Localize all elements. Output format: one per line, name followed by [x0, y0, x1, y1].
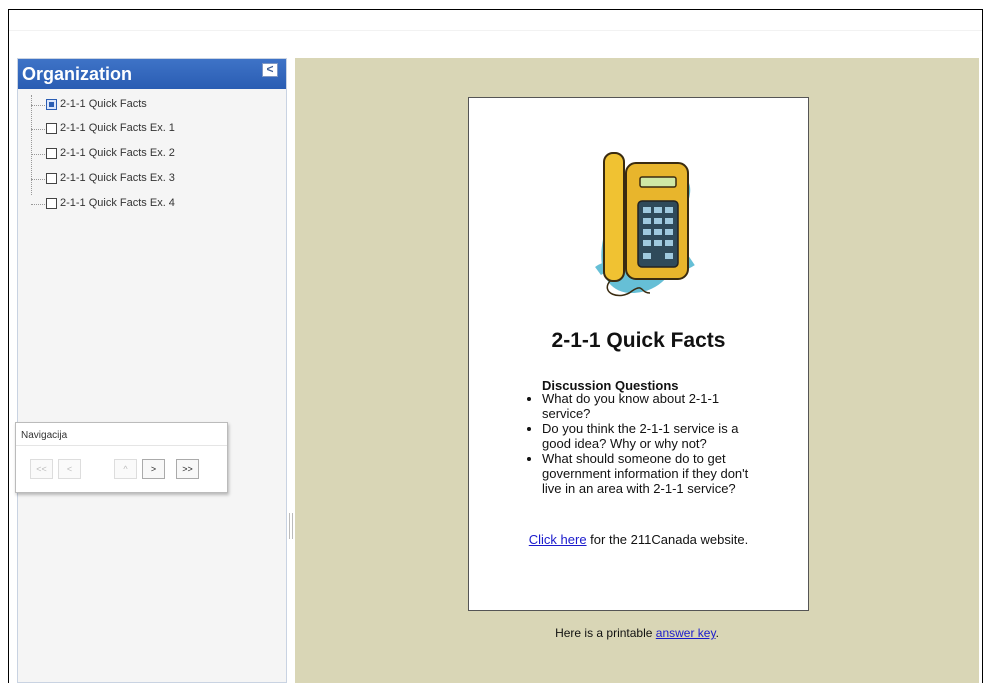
questions-list: What do you know about 2-1-1 service? Do… — [528, 391, 770, 496]
nav-last-button[interactable]: >> — [176, 459, 199, 479]
list-item: What do you know about 2-1-1 service? — [542, 391, 770, 421]
navigation-divider — [16, 445, 227, 446]
nav-first-button[interactable]: << — [30, 459, 53, 479]
top-divider — [9, 30, 982, 31]
tree-item-label: 2-1-1 Quick Facts — [60, 98, 147, 110]
organization-panel: Organization < 2-1-1 Quick Facts 2-1-1 Q… — [17, 58, 287, 683]
checkbox-icon[interactable] — [46, 173, 57, 184]
top-toolbar-area — [9, 10, 982, 32]
website-link-text: for the 211Canada website. — [586, 532, 749, 547]
tree-item-quick-facts[interactable]: 2-1-1 Quick Facts — [18, 95, 278, 117]
organization-title: Organization — [22, 64, 133, 84]
tree-item-label: 2-1-1 Quick Facts Ex. 4 — [60, 197, 175, 209]
collapse-panel-icon[interactable]: < — [262, 63, 278, 77]
tree-item-quick-facts-ex3[interactable]: 2-1-1 Quick Facts Ex. 3 — [18, 169, 278, 191]
content-card: 2-1-1 Quick Facts Discussion Questions W… — [468, 97, 809, 611]
checkbox-icon[interactable] — [46, 148, 57, 159]
website-link-line: Click here for the 211Canada website. — [469, 532, 808, 548]
nav-next-button[interactable]: > — [142, 459, 165, 479]
panel-splitter[interactable] — [287, 58, 295, 683]
tree-item-quick-facts-ex1[interactable]: 2-1-1 Quick Facts Ex. 1 — [18, 119, 278, 141]
checkbox-icon[interactable] — [46, 198, 57, 209]
list-item: What should someone do to get government… — [542, 451, 770, 496]
organization-header: Organization < — [18, 59, 286, 89]
list-item: Do you think the 2-1-1 service is a good… — [542, 421, 770, 451]
splitter-grip-icon[interactable] — [289, 513, 293, 539]
answer-key-line: Here is a printable answer key. — [295, 626, 979, 640]
click-here-link[interactable]: Click here — [529, 532, 587, 547]
answer-key-suffix: . — [715, 626, 719, 640]
page-title: 2-1-1 Quick Facts — [551, 329, 726, 352]
tree-item-quick-facts-ex2[interactable]: 2-1-1 Quick Facts Ex. 2 — [18, 144, 278, 166]
tree-item-quick-facts-ex4[interactable]: 2-1-1 Quick Facts Ex. 4 — [18, 194, 278, 216]
tree-item-label: 2-1-1 Quick Facts Ex. 1 — [60, 122, 175, 134]
nav-up-button[interactable]: ^ — [114, 459, 137, 479]
navigation-title: Navigacija — [21, 430, 68, 441]
tree-item-label: 2-1-1 Quick Facts Ex. 2 — [60, 147, 175, 159]
checkbox-icon[interactable] — [46, 99, 57, 110]
nav-previous-button[interactable]: < — [58, 459, 81, 479]
checkbox-icon[interactable] — [46, 123, 57, 134]
answer-key-prefix: Here is a printable — [555, 626, 656, 640]
navigation-widget: Navigacija << < ^ > >> — [15, 422, 228, 493]
telephone-illustration — [595, 152, 695, 297]
tree-item-label: 2-1-1 Quick Facts Ex. 3 — [60, 172, 175, 184]
answer-key-link[interactable]: answer key — [656, 626, 716, 640]
